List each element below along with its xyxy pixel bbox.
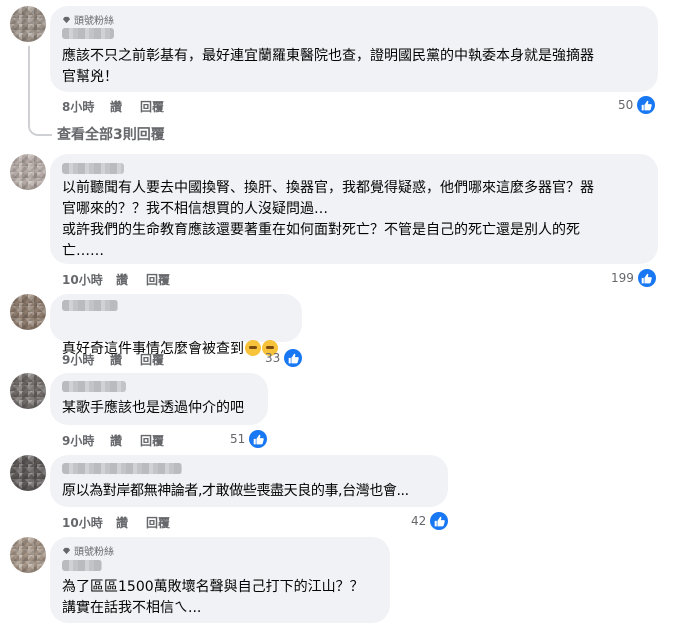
reply-button[interactable]: 回覆 <box>140 351 164 368</box>
like-button[interactable]: 讚 <box>110 351 140 368</box>
comment-actions: 10小時 讚 回覆 <box>62 514 170 531</box>
diamond-icon <box>62 547 71 554</box>
comment-actions: 8小時 讚 回覆 <box>62 98 164 115</box>
comment-actions: 9小時 讚 回覆 <box>62 351 164 368</box>
avatar[interactable] <box>10 6 46 42</box>
like-button[interactable]: 讚 <box>116 271 146 288</box>
avatar[interactable] <box>10 455 46 491</box>
like-button[interactable]: 讚 <box>110 98 140 115</box>
comment-actions: 10小時 讚 回覆 <box>62 271 170 288</box>
reply-button[interactable]: 回覆 <box>146 271 170 288</box>
avatar[interactable] <box>10 294 46 330</box>
comment-text: 某歌手應該也是透過仲介的吧 <box>62 400 244 416</box>
diamond-icon <box>62 16 71 23</box>
commenter-name[interactable] <box>62 28 114 39</box>
top-fan-badge: 頭號粉絲 <box>62 12 114 27</box>
reaction-count[interactable]: 33 <box>265 349 303 367</box>
comment-actions: 9小時 讚 回覆 <box>62 432 164 449</box>
comment-time[interactable]: 10小時 <box>62 271 116 288</box>
reaction-number: 33 <box>265 351 281 365</box>
comment-time[interactable]: 10小時 <box>62 514 116 531</box>
reply-button[interactable]: 回覆 <box>140 98 164 115</box>
reaction-count[interactable]: 199 <box>611 269 656 287</box>
avatar[interactable] <box>10 154 46 190</box>
comment-text: 應該不只之前彰基有，最好連宜蘭羅東醫院也查，證明國民黨的中執委本身就是強摘器 官… <box>62 48 594 85</box>
reaction-number: 199 <box>611 271 634 285</box>
reaction-count[interactable]: 42 <box>411 512 449 530</box>
like-thumb-icon <box>637 269 656 287</box>
like-thumb-icon <box>284 349 303 367</box>
top-fan-badge: 頭號粉絲 <box>62 543 114 558</box>
like-button[interactable]: 讚 <box>116 514 146 531</box>
reply-button[interactable]: 回覆 <box>146 514 170 531</box>
reaction-number: 42 <box>411 514 427 528</box>
badge-label: 頭號粉絲 <box>74 547 114 558</box>
comment-time[interactable]: 9小時 <box>62 432 110 449</box>
reaction-count[interactable]: 50 <box>618 96 656 114</box>
comment-text: 原以為對岸都無神論者,才敢做些喪盡天良的事,台灣也會... <box>62 483 409 499</box>
reaction-number: 51 <box>230 432 246 446</box>
like-thumb-icon <box>249 430 268 448</box>
comment-text: 為了區區1500萬敗壞名聲與自己打下的江山？？ 講實在話我不相信ㄟ... <box>62 579 364 616</box>
commenter-name[interactable] <box>62 381 126 392</box>
reply-button[interactable]: 回覆 <box>140 432 164 449</box>
reply-thread-line <box>28 46 52 136</box>
comment-time[interactable]: 9小時 <box>62 351 110 368</box>
thinking-face-icon <box>245 340 261 356</box>
reaction-count[interactable]: 51 <box>230 430 268 448</box>
like-button[interactable]: 讚 <box>110 432 140 449</box>
reaction-number: 50 <box>618 98 634 112</box>
commenter-name[interactable] <box>62 463 182 474</box>
commenter-name[interactable] <box>62 560 102 571</box>
avatar[interactable] <box>10 537 46 573</box>
comment-time[interactable]: 8小時 <box>62 98 110 115</box>
badge-label: 頭號粉絲 <box>74 16 114 27</box>
commenter-name[interactable] <box>62 300 118 311</box>
commenter-name[interactable] <box>62 163 124 174</box>
comment-text: 以前聽聞有人要去中國換腎、換肝、換器官，我都覺得疑惑，他們哪來這麼多器官？器 官… <box>62 180 594 259</box>
like-thumb-icon <box>430 512 449 530</box>
like-thumb-icon <box>637 96 656 114</box>
view-all-replies-link[interactable]: 查看全部3則回覆 <box>57 124 165 144</box>
avatar[interactable] <box>10 373 46 409</box>
